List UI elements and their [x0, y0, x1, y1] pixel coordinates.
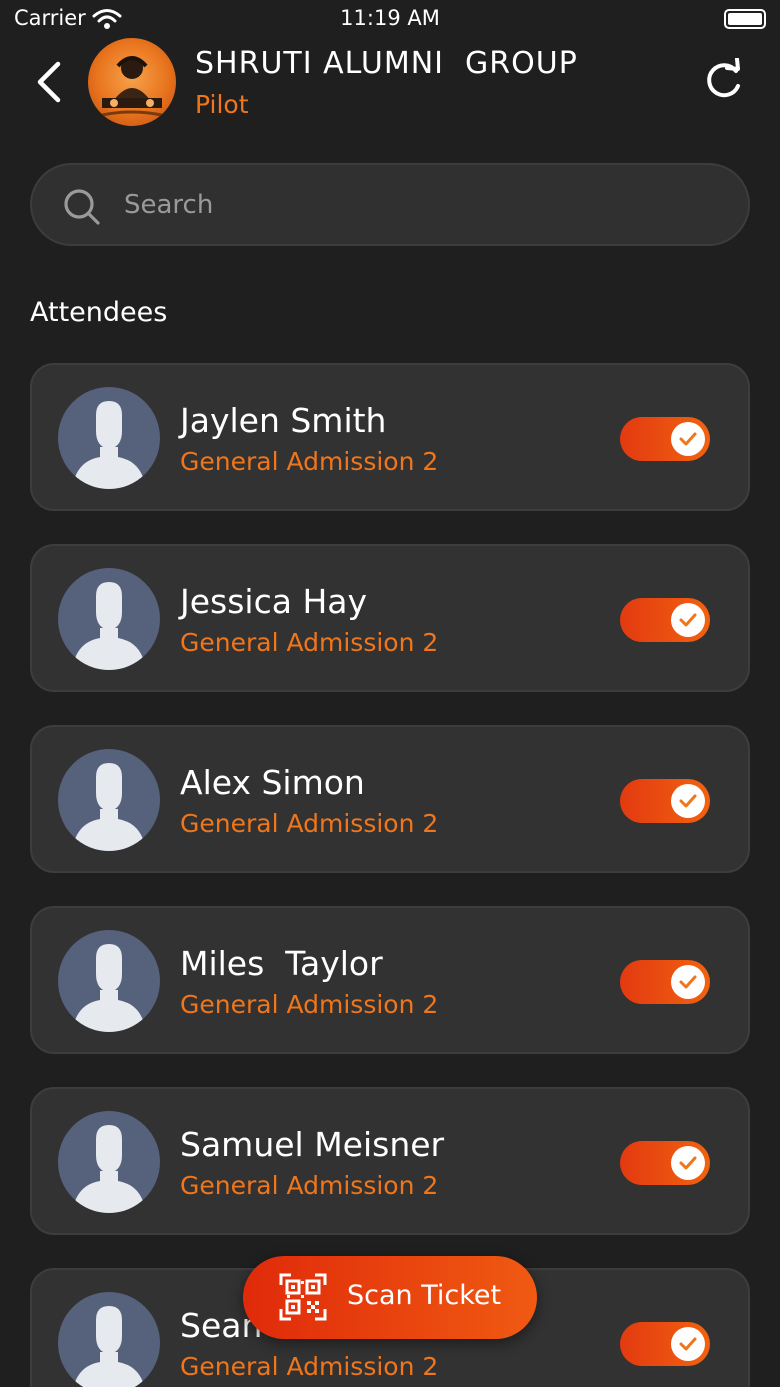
check-icon — [679, 613, 697, 627]
checkin-toggle[interactable] — [620, 598, 710, 642]
check-icon — [679, 432, 697, 446]
person-placeholder-icon — [58, 568, 160, 670]
section-title: Attendees — [30, 297, 168, 328]
status-bar: Carrier 11:19 AM — [0, 0, 780, 40]
check-icon — [679, 975, 697, 989]
checkin-toggle[interactable] — [620, 960, 710, 1004]
status-time: 11:19 AM — [340, 6, 440, 30]
checkin-toggle[interactable] — [620, 1141, 710, 1185]
person-placeholder-icon — [58, 387, 160, 489]
toggle-knob — [671, 422, 705, 456]
toggle-knob — [671, 965, 705, 999]
group-title: SHRUTI ALUMNI GROUP — [195, 46, 578, 81]
person-placeholder-icon — [58, 930, 160, 1032]
attendee-name: Alex Simon — [180, 763, 365, 802]
search-bar[interactable] — [30, 163, 750, 246]
attendee-ticket: General Admission 2 — [180, 628, 439, 657]
person-placeholder-icon — [58, 1111, 160, 1213]
attendee-ticket: General Admission 2 — [180, 809, 439, 838]
chevron-left-icon[interactable] — [30, 58, 70, 106]
check-icon — [679, 1337, 697, 1351]
refresh-icon[interactable] — [700, 58, 746, 104]
attendee-card[interactable]: Jessica Hay General Admission 2 — [30, 544, 750, 692]
scan-ticket-button[interactable]: Scan Ticket — [243, 1256, 537, 1339]
battery-icon — [724, 9, 766, 29]
attendee-name: Miles Taylor — [180, 944, 383, 983]
scan-ticket-label: Scan Ticket — [347, 1280, 502, 1311]
attendee-ticket: General Admission 2 — [180, 1171, 439, 1200]
dj-illustration-icon — [97, 56, 167, 118]
attendee-ticket: General Admission 2 — [180, 447, 439, 476]
header: SHRUTI ALUMNI GROUP Pilot — [0, 36, 780, 136]
search-input[interactable] — [124, 181, 724, 229]
attendee-name: Jessica Hay — [180, 582, 368, 621]
attendee-ticket: General Admission 2 — [180, 1352, 439, 1381]
group-avatar — [88, 38, 176, 126]
toggle-knob — [671, 1146, 705, 1180]
person-placeholder-icon — [58, 749, 160, 851]
attendee-card[interactable]: Alex Simon General Admission 2 — [30, 725, 750, 873]
toggle-knob — [671, 1327, 705, 1361]
attendee-ticket: General Admission 2 — [180, 990, 439, 1019]
attendee-name: Jaylen Smith — [180, 401, 387, 440]
toggle-knob — [671, 784, 705, 818]
attendee-card[interactable]: Jaylen Smith General Admission 2 — [30, 363, 750, 511]
toggle-knob — [671, 603, 705, 637]
check-icon — [679, 794, 697, 808]
check-icon — [679, 1156, 697, 1170]
person-placeholder-icon — [58, 1292, 160, 1387]
group-subtitle: Pilot — [195, 90, 249, 119]
checkin-toggle[interactable] — [620, 1322, 710, 1366]
attendee-name: Samuel Meisner — [180, 1125, 445, 1164]
checkin-toggle[interactable] — [620, 417, 710, 461]
qr-code-icon — [279, 1273, 327, 1321]
attendee-card[interactable]: Miles Taylor General Admission 2 — [30, 906, 750, 1054]
attendee-card[interactable]: Samuel Meisner General Admission 2 — [30, 1087, 750, 1235]
checkin-toggle[interactable] — [620, 779, 710, 823]
search-icon — [64, 189, 100, 225]
